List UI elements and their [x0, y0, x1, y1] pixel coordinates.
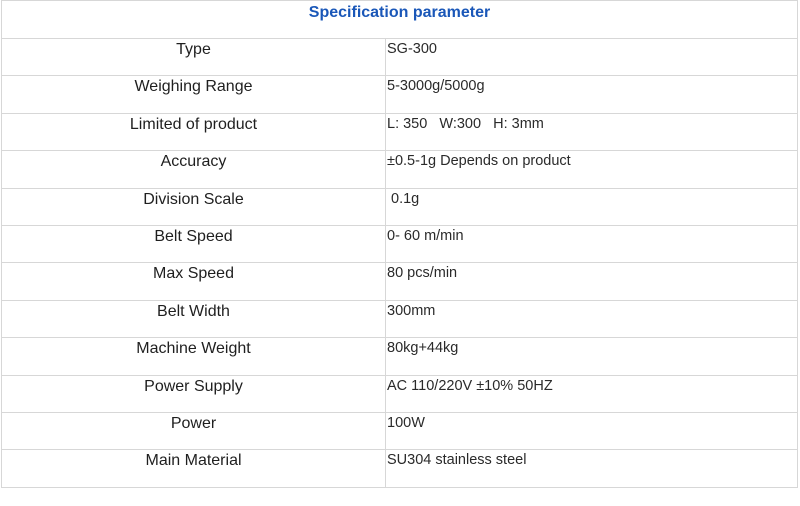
row-value: 80 pcs/min [385, 262, 798, 301]
row-label: Accuracy [1, 150, 386, 189]
row-value: 0.1g [385, 187, 798, 226]
table-row: Power Supply AC 110/220V ±10% 50HZ [1, 374, 798, 413]
row-label: Belt Width [1, 299, 386, 339]
row-label: Main Material [1, 449, 386, 488]
row-label: Power Supply [1, 374, 386, 413]
row-label: Power [1, 411, 386, 451]
table-row: Power 100W [1, 411, 798, 451]
row-value: 0- 60 m/min [385, 224, 798, 264]
row-label: Type [1, 37, 386, 77]
table-header-row: Specification parameter [1, 0, 798, 39]
row-label: Machine Weight [1, 337, 386, 376]
specification-table: Specification parameter Type SG-300 Weig… [1, 0, 798, 488]
row-value: AC 110/220V ±10% 50HZ [385, 374, 798, 413]
table-row: Main Material SU304 stainless steel [1, 449, 798, 488]
row-label: Belt Speed [1, 224, 386, 264]
table-row: Division Scale 0.1g [1, 187, 798, 226]
row-label: Limited of product [1, 112, 386, 152]
table-row: Type SG-300 [1, 37, 798, 77]
row-label: Division Scale [1, 187, 386, 226]
table-row: Belt Speed 0- 60 m/min [1, 224, 798, 264]
table-row: Machine Weight 80kg+44kg [1, 337, 798, 376]
row-value: 100W [385, 411, 798, 451]
row-value: L: 350 W:300 H: 3mm [385, 112, 798, 152]
row-label: Max Speed [1, 262, 386, 301]
table-title: Specification parameter [1, 0, 798, 39]
row-value: ±0.5-1g Depends on product [385, 150, 798, 189]
row-value: 300mm [385, 299, 798, 339]
row-label: Weighing Range [1, 75, 386, 114]
row-value: 80kg+44kg [385, 337, 798, 376]
table-row: Accuracy ±0.5-1g Depends on product [1, 150, 798, 189]
row-value: SU304 stainless steel [385, 449, 798, 488]
table-row: Belt Width 300mm [1, 299, 798, 339]
table-row: Limited of product L: 350 W:300 H: 3mm [1, 112, 798, 152]
table-row: Weighing Range 5-3000g/5000g [1, 75, 798, 114]
row-value: 5-3000g/5000g [385, 75, 798, 114]
table-row: Max Speed 80 pcs/min [1, 262, 798, 301]
row-value: SG-300 [385, 37, 798, 77]
